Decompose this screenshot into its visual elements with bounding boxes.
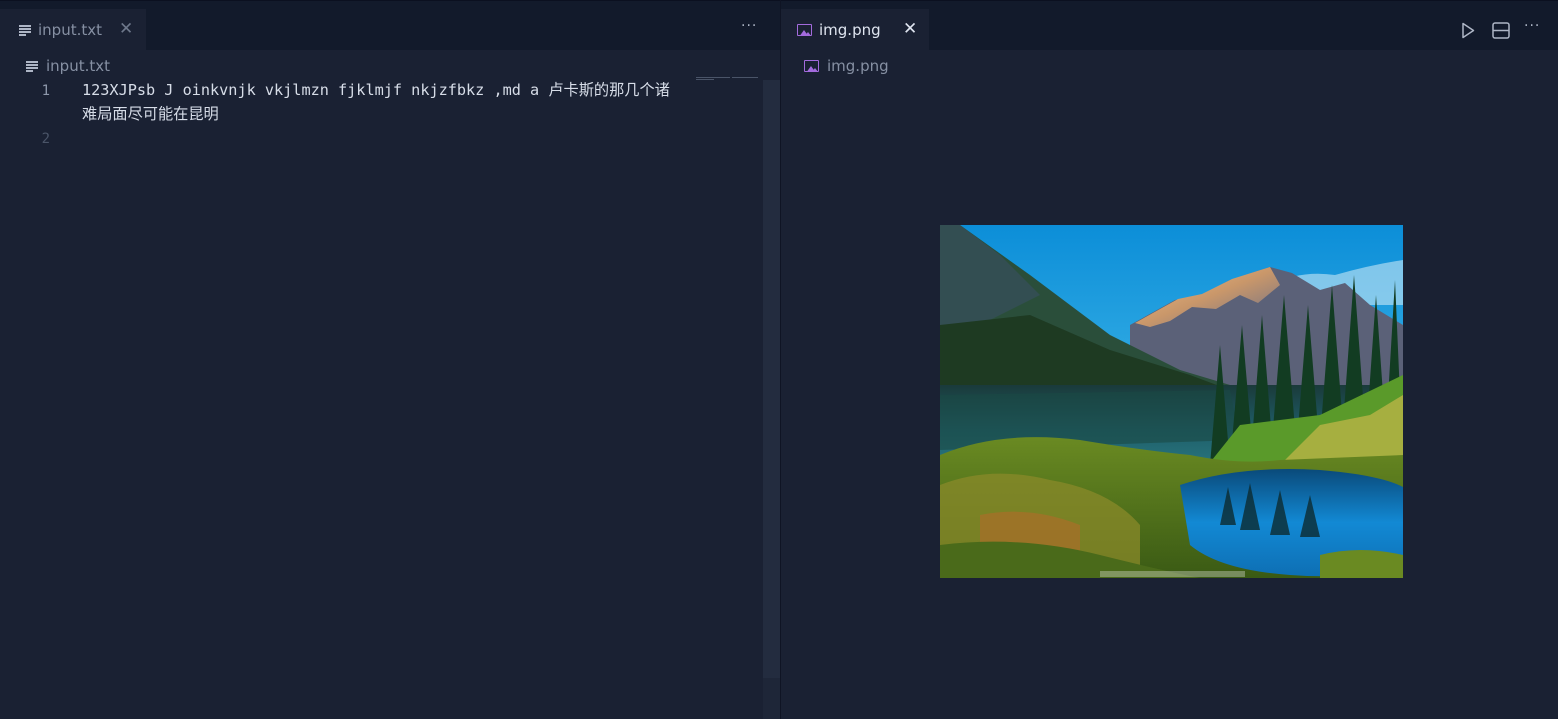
left-tab-bar: input.txt ✕ ··· [0,0,780,51]
more-actions-icon[interactable]: ··· [741,19,757,33]
more-actions-icon[interactable]: ··· [1524,19,1540,33]
tab-label: img.png [819,21,881,39]
image-file-icon [804,60,819,72]
image-preview [940,225,1403,578]
minimap[interactable] [696,77,758,81]
right-editor-group: img.png ✕ ··· img.png [781,0,1558,719]
breadcrumb[interactable]: img.png [804,57,889,75]
right-tab-bar: img.png ✕ ··· [781,0,1558,51]
line-number: 1 [41,83,50,99]
close-icon[interactable]: ✕ [119,21,133,38]
close-icon[interactable]: ✕ [903,21,917,38]
file-lines-icon [26,61,38,72]
breadcrumb-label: img.png [827,57,889,75]
tab-input-txt[interactable]: input.txt ✕ [0,9,146,51]
tab-label: input.txt [38,21,102,39]
tab-img-png[interactable]: img.png ✕ [781,9,929,51]
left-editor-group: input.txt ✕ ··· input.txt 1 123XJPsb J o… [0,0,780,719]
run-icon[interactable] [1461,22,1475,39]
file-lines-icon [19,25,31,36]
line-number: 2 [41,131,50,147]
split-editor-icon[interactable] [1492,22,1510,39]
scrollbar-thumb[interactable] [763,80,780,678]
image-file-icon [797,24,812,36]
code-line[interactable]: 123XJPsb J oinkvnjk vkjlmzn fjklmjf nkjz… [82,78,672,126]
breadcrumb[interactable]: input.txt [26,57,110,75]
breadcrumb-label: input.txt [46,57,110,75]
